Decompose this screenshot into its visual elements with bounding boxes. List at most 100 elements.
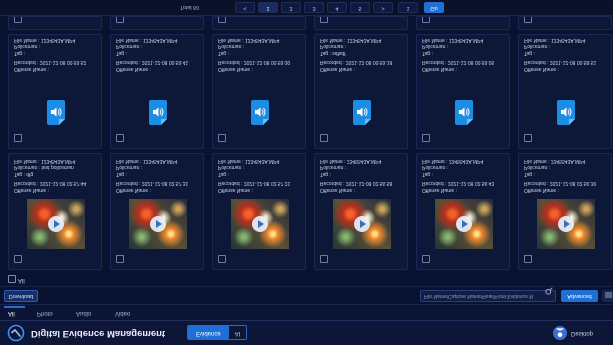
- audio-card[interactable]: Offense Name : Recorded : 2021-12-08 00:…: [416, 34, 510, 149]
- audio-file-icon[interactable]: [455, 100, 473, 125]
- video-thumbnail[interactable]: [333, 199, 391, 249]
- video-card[interactable]: Offense Name : Recorded : 2021-12-08 02:…: [110, 153, 204, 270]
- recorded-line-label: Recorded :: [14, 59, 39, 66]
- audio-card[interactable]: Offense Name : Recorded : 2021-12-08 00:…: [212, 34, 306, 149]
- tag-line: Tag :: [218, 50, 304, 56]
- page-button[interactable]: 4: [327, 2, 347, 13]
- audio-file-icon[interactable]: [251, 100, 269, 125]
- recorded-line-value: 2021-12-08 00:59:05: [447, 59, 495, 66]
- tab-audio[interactable]: Audio: [76, 309, 91, 317]
- filter-tabs: All Photo Audio Video: [0, 304, 613, 320]
- video-thumbnail[interactable]: [435, 199, 493, 249]
- card-checkbox[interactable]: [422, 16, 430, 23]
- card-checkbox[interactable]: [320, 16, 328, 23]
- tab-video[interactable]: Video: [115, 309, 130, 317]
- play-icon[interactable]: [456, 216, 472, 232]
- audio-file-icon[interactable]: [557, 100, 575, 125]
- card-info: Offense Name : Recorded : 2021-12-08 02:…: [524, 158, 610, 193]
- toolbar: Download Advanced: [0, 286, 613, 304]
- audio-file-icon[interactable]: [353, 100, 371, 125]
- video-thumbnail[interactable]: [231, 199, 289, 249]
- play-icon[interactable]: [252, 216, 268, 232]
- card-checkbox[interactable]: [218, 134, 226, 142]
- file-name-line-label: File Name :: [320, 158, 346, 164]
- play-icon[interactable]: [558, 216, 574, 232]
- card-checkbox[interactable]: [116, 134, 124, 142]
- tag-line-label: Tag :: [524, 50, 535, 56]
- card-checkbox[interactable]: [14, 16, 22, 23]
- card-checkbox[interactable]: [218, 255, 226, 263]
- search-input[interactable]: [424, 291, 542, 301]
- play-icon[interactable]: [354, 216, 370, 232]
- video-thumbnail[interactable]: [27, 199, 85, 249]
- tag-line: Tag :: [218, 171, 304, 177]
- evidence-card[interactable]: [212, 16, 306, 30]
- offense-line: Offense Name :: [218, 66, 304, 72]
- recorded-line: Recorded : 2021-12-08 00:59:41: [116, 59, 202, 66]
- go-button[interactable]: Go: [424, 2, 444, 13]
- audio-file-icon[interactable]: [149, 100, 167, 125]
- file-name-line-value: 1234543A.MP4: [550, 37, 586, 43]
- card-checkbox[interactable]: [14, 255, 22, 263]
- download-button[interactable]: Download: [4, 290, 38, 302]
- card-checkbox[interactable]: [524, 255, 532, 263]
- card-checkbox[interactable]: [524, 134, 532, 142]
- search-icon[interactable]: [545, 287, 553, 300]
- advanced-button[interactable]: Advanced: [561, 290, 598, 302]
- video-card[interactable]: Offense Name : Recorded : 2021-12-08 02:…: [212, 153, 306, 270]
- evidence-logo-icon: [7, 324, 25, 342]
- evidence-card[interactable]: [416, 16, 510, 30]
- audio-file-icon[interactable]: [47, 100, 65, 125]
- audio-card[interactable]: Offense Name : Recorded : 2021-12-08 00:…: [518, 34, 612, 149]
- policeman-line: Policeman :: [218, 164, 304, 171]
- audio-card[interactable]: Offense Name : Recorded : 2021-12-08 00:…: [110, 34, 204, 149]
- evidence-card[interactable]: [314, 16, 408, 30]
- card-checkbox[interactable]: [320, 134, 328, 142]
- page-button[interactable]: 5: [350, 2, 370, 13]
- recorded-line-label: Recorded :: [116, 180, 141, 187]
- video-thumbnail[interactable]: [129, 199, 187, 249]
- card-checkbox[interactable]: [116, 16, 124, 23]
- card-checkbox[interactable]: [422, 255, 430, 263]
- policeman-line: Policeman :: [320, 164, 406, 171]
- play-icon[interactable]: [48, 216, 64, 232]
- toggle-ai[interactable]: AI: [229, 326, 247, 339]
- recorded-line-label: Recorded :: [218, 180, 243, 187]
- play-icon[interactable]: [150, 216, 166, 232]
- file-name-line-value: 2345543A.MP4: [550, 158, 586, 164]
- video-card[interactable]: Offense Name : Recorded : 2021-12-08 02:…: [416, 153, 510, 270]
- tab-all[interactable]: All: [8, 309, 15, 317]
- user-name[interactable]: Desktop: [571, 329, 593, 337]
- page-jump-input[interactable]: 1: [398, 2, 418, 13]
- user-avatar-icon[interactable]: [553, 326, 567, 340]
- video-card[interactable]: Offense Name : Recorded : 2021-12-08 02:…: [314, 153, 408, 270]
- next-page-button[interactable]: >: [373, 2, 393, 13]
- tag-line-label: Tag :: [218, 171, 229, 177]
- card-checkbox[interactable]: [14, 134, 22, 142]
- prev-page-button[interactable]: <: [235, 2, 255, 13]
- card-checkbox[interactable]: [116, 255, 124, 263]
- video-card[interactable]: Offense Name : Recorded : 2021-12-08 02:…: [518, 153, 612, 270]
- select-all-checkbox[interactable]: [8, 275, 16, 283]
- search-box: [420, 287, 556, 302]
- toggle-evidence[interactable]: Evidence: [188, 326, 229, 339]
- page-button[interactable]: 2: [281, 2, 301, 13]
- evidence-card[interactable]: [518, 16, 612, 30]
- page-button[interactable]: 1: [258, 2, 278, 13]
- list-icon[interactable]: [602, 290, 613, 302]
- recorded-line: Recorded : 2021-12-08 00:59:05: [422, 59, 508, 66]
- audio-card[interactable]: Offense Name : Recorded : 2021-12-08 00:…: [314, 34, 408, 149]
- policeman-line: Policeman :: [320, 43, 406, 50]
- evidence-card[interactable]: [8, 16, 102, 30]
- card-checkbox[interactable]: [422, 134, 430, 142]
- card-checkbox[interactable]: [218, 16, 226, 23]
- recorded-line: Recorded : 2021-12-08 02:57:44: [14, 180, 100, 187]
- evidence-card[interactable]: [110, 16, 204, 30]
- tab-photo[interactable]: Photo: [37, 309, 53, 317]
- card-checkbox[interactable]: [320, 255, 328, 263]
- card-checkbox[interactable]: [524, 16, 532, 23]
- audio-card[interactable]: Offense Name : Recorded : 2021-12-08 00:…: [8, 34, 102, 149]
- page-button[interactable]: 3: [304, 2, 324, 13]
- video-card[interactable]: Offense Name : Recorded : 2021-12-08 02:…: [8, 153, 102, 270]
- video-thumbnail[interactable]: [537, 199, 595, 249]
